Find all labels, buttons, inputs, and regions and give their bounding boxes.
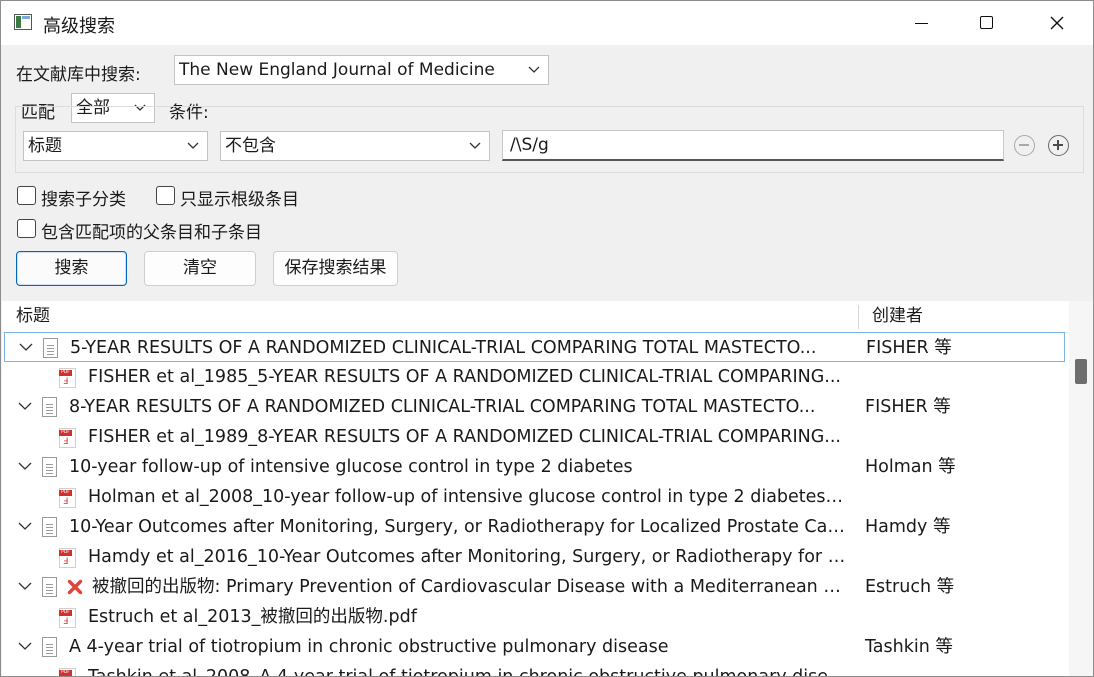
pdf-glyph: Ⅎ xyxy=(63,497,69,507)
pdf-glyph: Ⅎ xyxy=(63,377,69,387)
vertical-scrollbar[interactable] xyxy=(1069,301,1093,676)
chevron-down-icon xyxy=(469,142,481,149)
attachment-title: FISHER et al_1989_8-YEAR RESULTS OF A RA… xyxy=(88,427,841,447)
pdf-icon: PDFℲ xyxy=(59,428,76,448)
result-item-row[interactable]: 10-Year Outcomes after Monitoring, Surge… xyxy=(2,512,1068,542)
expand-chevron-icon[interactable] xyxy=(18,642,32,651)
item-creator: Estruch 等 xyxy=(865,577,955,597)
window-title: 高级搜索 xyxy=(43,16,115,37)
item-creator: Hamdy 等 xyxy=(865,517,951,537)
remove-condition-button[interactable] xyxy=(1014,135,1035,156)
item-title: 10-year follow-up of intensive glucose c… xyxy=(69,457,633,477)
result-item-row[interactable]: 10-year follow-up of intensive glucose c… xyxy=(2,452,1068,482)
pdf-icon: PDFℲ xyxy=(59,368,76,388)
expand-chevron-icon[interactable] xyxy=(18,522,32,531)
pdf-icon: PDFℲ xyxy=(59,548,76,568)
condition-operator-select[interactable]: 不包含 xyxy=(220,131,490,161)
top-level-only-checkbox[interactable] xyxy=(156,186,175,205)
condition-value-text: /\S/g xyxy=(510,135,549,155)
title-bar: 高级搜索 xyxy=(1,1,1093,45)
item-title: 被撤回的出版物: Primary Prevention of Cardiovas… xyxy=(92,577,847,597)
pdf-icon: PDFℲ xyxy=(59,668,76,676)
result-item-row[interactable]: 被撤回的出版物: Primary Prevention of Cardiovas… xyxy=(2,572,1068,602)
pdf-icon: PDFℲ xyxy=(59,488,76,508)
attachment-title: Estruch et al_2013_被撤回的出版物.pdf xyxy=(88,607,417,627)
maximize-button[interactable] xyxy=(959,1,1015,45)
add-condition-button[interactable] xyxy=(1048,135,1069,156)
results-list: 标题 创建者 5-YEAR RESULTS OF A RANDOMIZED CL… xyxy=(2,301,1093,677)
minimize-button[interactable] xyxy=(893,1,949,45)
item-creator: Tashkin 等 xyxy=(865,637,953,657)
condition-value-input[interactable]: /\S/g xyxy=(502,130,1004,161)
pdf-icon: PDFℲ xyxy=(59,608,76,628)
attachment-row[interactable]: PDFℲ Tashkin et al_2008_A 4-year trial of… xyxy=(2,662,1068,677)
item-title: A 4-year trial of tiotropium in chronic … xyxy=(69,637,669,657)
condition-operator-value: 不包含 xyxy=(225,136,276,156)
expand-chevron-icon[interactable] xyxy=(18,462,32,471)
close-icon xyxy=(1050,16,1064,30)
search-subcollections-checkbox[interactable] xyxy=(17,186,36,205)
pdf-badge: PDF xyxy=(59,670,72,676)
document-icon xyxy=(42,457,57,477)
top-level-only-label: 只显示根级条目 xyxy=(180,190,299,210)
item-title: 10-Year Outcomes after Monitoring, Surge… xyxy=(69,517,847,537)
pdf-badge: PDF xyxy=(59,610,72,616)
include-parents-children-checkbox[interactable] xyxy=(17,219,36,238)
attachment-title: FISHER et al_1985_5-YEAR RESULTS OF A RA… xyxy=(88,367,841,387)
result-item-row[interactable]: A 4-year trial of tiotropium in chronic … xyxy=(2,632,1068,662)
result-item-row[interactable]: 5-YEAR RESULTS OF A RANDOMIZED CLINICAL-… xyxy=(4,332,1065,362)
library-select[interactable]: The New England Journal of Medicine xyxy=(174,55,549,85)
advanced-search-window: 高级搜索 在文献库中搜索: The New England Journal of… xyxy=(0,0,1094,677)
attachment-row[interactable]: PDF Ⅎ Estruch et al_2013_被撤回的出版物.pdf xyxy=(2,602,1068,632)
pdf-badge: PDF xyxy=(59,370,72,376)
column-divider[interactable] xyxy=(858,305,859,329)
expand-chevron-icon[interactable] xyxy=(18,582,32,591)
attachment-row[interactable]: PDF Ⅎ FISHER et al_1989_8-YEAR RESULTS OF … xyxy=(2,422,1068,452)
pdf-badge: PDF xyxy=(59,490,72,496)
chevron-down-icon xyxy=(528,66,540,73)
attachment-title: Hamdy et al_2016_10-Year Outcomes after … xyxy=(88,547,848,567)
app-icon xyxy=(14,14,32,30)
document-icon xyxy=(42,637,57,657)
include-parents-children-label: 包含匹配项的父条目和子条目 xyxy=(41,223,262,243)
condition-field-value: 标题 xyxy=(28,136,62,156)
attachment-title: Tashkin et al_2008_A 4-year trial of tio… xyxy=(88,667,848,677)
column-header-creator[interactable]: 创建者 xyxy=(872,301,1062,332)
pdf-glyph: Ⅎ xyxy=(63,617,69,627)
result-item-row[interactable]: 8-YEAR RESULTS OF A RANDOMIZED CLINICAL-… xyxy=(2,392,1068,422)
column-header-title[interactable]: 标题 xyxy=(2,301,858,332)
retracted-x-icon xyxy=(67,579,83,595)
attachment-row[interactable]: PDF Ⅎ Hamdy et al_2016_10-Year Outcomes af… xyxy=(2,542,1068,572)
pdf-badge: PDF xyxy=(59,430,72,436)
item-creator: Holman 等 xyxy=(865,457,956,477)
attachment-row[interactable]: PDF Ⅎ FISHER et al_1985_5-YEAR RESULTS OF … xyxy=(2,362,1068,392)
pdf-badge: PDF xyxy=(59,550,72,556)
item-title: 5-YEAR RESULTS OF A RANDOMIZED CLINICAL-… xyxy=(70,338,817,358)
scrollbar-thumb[interactable] xyxy=(1075,359,1087,384)
item-creator: FISHER 等 xyxy=(865,397,951,417)
attachment-row[interactable]: PDF Ⅎ Holman et al_2008_10-year follow-up … xyxy=(2,482,1068,512)
item-creator: FISHER 等 xyxy=(866,338,952,358)
library-select-value: The New England Journal of Medicine xyxy=(179,60,495,80)
pdf-glyph: Ⅎ xyxy=(63,437,69,447)
document-icon xyxy=(42,517,57,537)
search-in-label: 在文献库中搜索: xyxy=(16,65,141,85)
attachment-title: Holman et al_2008_10-year follow-up of i… xyxy=(88,487,848,507)
chevron-down-icon xyxy=(187,142,199,149)
pdf-glyph: Ⅎ xyxy=(63,557,69,567)
save-search-button[interactable]: 保存搜索结果 xyxy=(273,251,398,286)
close-button[interactable] xyxy=(1029,1,1085,45)
expand-chevron-icon[interactable] xyxy=(19,343,33,352)
search-subcollections-label: 搜索子分类 xyxy=(41,190,126,210)
condition-field-select[interactable]: 标题 xyxy=(23,131,208,161)
document-icon xyxy=(42,577,57,597)
expand-chevron-icon[interactable] xyxy=(18,402,32,411)
document-icon xyxy=(43,338,58,358)
item-title: 8-YEAR RESULTS OF A RANDOMIZED CLINICAL-… xyxy=(69,397,816,417)
search-button[interactable]: 搜索 xyxy=(16,251,127,286)
clear-button[interactable]: 清空 xyxy=(144,251,256,286)
document-icon xyxy=(42,397,57,417)
